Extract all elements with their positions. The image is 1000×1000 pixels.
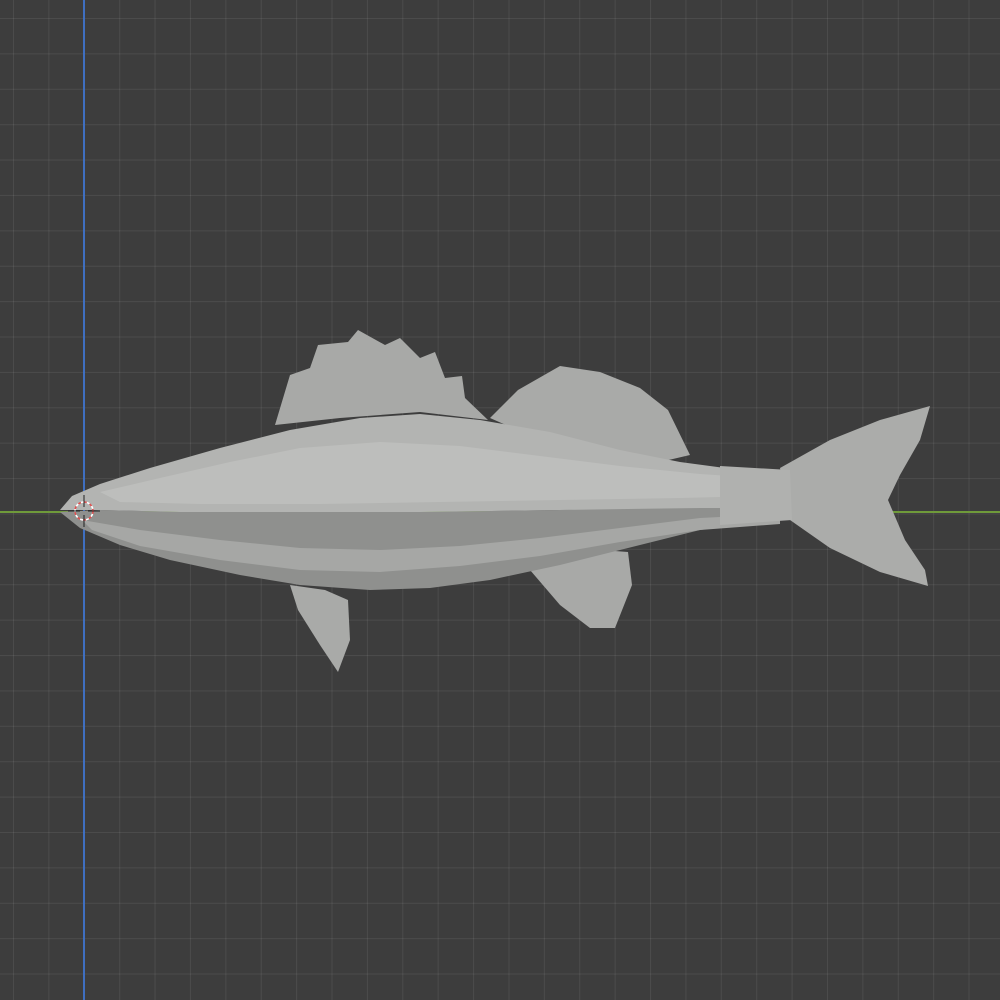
tail-fin[interactable] — [780, 406, 930, 586]
pelvic-fin[interactable] — [290, 585, 350, 672]
3d-viewport[interactable] — [0, 0, 1000, 1000]
caudal-peduncle[interactable] — [720, 466, 792, 525]
dorsal-fin-front[interactable] — [275, 330, 488, 425]
scene-canvas[interactable] — [0, 0, 1000, 1000]
